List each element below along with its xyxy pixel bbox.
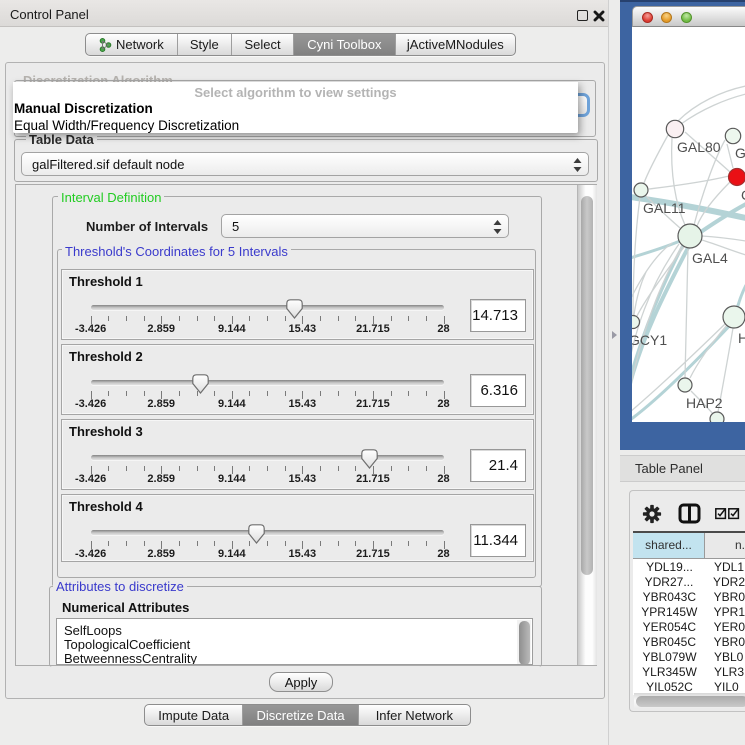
svg-text:GA: GA [735, 145, 745, 161]
svg-text:HAP2: HAP2 [686, 395, 723, 411]
svg-text:GCY1: GCY1 [632, 332, 667, 348]
svg-text:GAL4: GAL4 [692, 250, 728, 266]
svg-text:GAL80: GAL80 [677, 139, 721, 155]
svg-text:H: H [738, 330, 745, 346]
svg-text:C: C [741, 187, 745, 203]
svg-text:GAL11: GAL11 [643, 200, 686, 216]
